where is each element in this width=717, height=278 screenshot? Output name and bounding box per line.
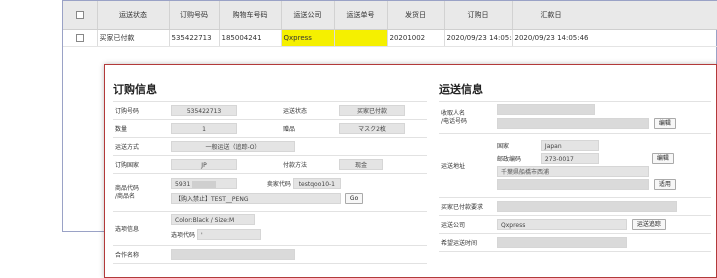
col-header[interactable]: 汇款日 — [512, 1, 717, 30]
option-value-field: Color:Black / Size:M — [171, 214, 255, 225]
seller-code-label: 卖家代码 — [266, 181, 291, 188]
option-label: 选项信息 — [113, 211, 169, 246]
recipient-phone-field — [497, 117, 649, 129]
ship-info-form: 收取人名 /电话号码 编辑 运送地址 国家 Japan 邮政编码 273-001… — [439, 101, 711, 252]
order-country-field: JP — [171, 159, 237, 170]
product-code-field: 5931 — [171, 178, 237, 189]
pay-method-label: 付款方法 — [281, 155, 337, 174]
qty-label: 数量 — [113, 119, 169, 138]
col-header[interactable]: 运送单号 — [334, 1, 388, 30]
gift-field: マスク2枚 — [339, 123, 405, 134]
apply-address-button[interactable]: 适用 — [653, 178, 676, 190]
zip-label: 邮政编码 — [497, 155, 522, 163]
order-no-label: 订购号码 — [113, 101, 169, 120]
table-cell: 20201002 — [387, 29, 445, 47]
col-header[interactable]: 订购号码 — [169, 1, 220, 30]
edit-recipient-button[interactable]: 编辑 — [653, 117, 676, 129]
ship-company-label: 运送公司 — [439, 215, 495, 234]
select-all-checkbox[interactable] — [75, 10, 84, 19]
seller-code-field: testqoo10-1 — [292, 178, 341, 189]
table-cell: 买家已付款 — [97, 29, 170, 47]
country-label: 国家 — [497, 142, 510, 150]
table-cell: 2020/09/23 14:05:43 — [444, 29, 513, 47]
order-no-field: 535422713 — [171, 105, 237, 116]
row-checkbox[interactable] — [75, 33, 84, 42]
order-country-label: 订购国家 — [113, 155, 169, 174]
recipient-label: 收取人名 /电话号码 — [439, 101, 495, 134]
buyer-request-field — [497, 201, 677, 212]
col-header[interactable]: 发货日 — [387, 1, 445, 30]
order-list-table: 运送状态 订购号码 购物车号码 运送公司 运送单号 发货日 订购日 汇款日 买家… — [63, 1, 717, 47]
product-label-text: 商品代码 /商品名 — [115, 184, 140, 200]
product-label: 商品代码 /商品名 — [113, 173, 169, 212]
option-code-field: ' — [196, 229, 261, 240]
select-all-cell[interactable] — [63, 1, 98, 30]
pay-method-field: 现金 — [339, 159, 383, 170]
col-header[interactable]: 运送状态 — [97, 1, 170, 30]
country-field: Japan — [540, 139, 599, 151]
address-line-field: 千葉県船橋市西浦 — [497, 165, 649, 177]
table-cell: 535422713 — [169, 29, 220, 47]
table-cell: 2020/09/23 14:05:46 — [512, 29, 717, 47]
ship-info-title: 运送信息 — [439, 83, 483, 96]
table-cell: Qxpress — [281, 29, 335, 47]
table-row[interactable]: 买家已付款 535422713 185004241 Qxpress 202010… — [63, 29, 717, 47]
qty-field: 1 — [171, 123, 237, 134]
order-info-title: 订购信息 — [113, 83, 157, 96]
go-button[interactable]: Go — [344, 193, 364, 204]
partner-label: 合作名称 — [113, 245, 169, 264]
hope-date-field — [497, 237, 627, 248]
col-header[interactable]: 购物车号码 — [219, 1, 282, 30]
table-cell — [334, 29, 388, 47]
order-detail-popup: 订购信息 运送信息 订购号码 535422713 运送状态 买家已付款 数量 1… — [104, 64, 717, 278]
hope-date-label: 希望运送时间 — [439, 233, 495, 252]
ship-method-label: 运送方式 — [113, 137, 169, 156]
option-code-label: 选项代码 — [171, 232, 196, 239]
recipient-label-text: 收取人名 /电话号码 — [441, 109, 468, 125]
recipient-name-field — [497, 103, 595, 115]
ship-status-field: 买家已付款 — [339, 105, 405, 116]
ship-company-field: Qxpress — [497, 219, 627, 230]
order-info-form: 订购号码 535422713 运送状态 买家已付款 数量 1 赠品 マスク2枚 … — [113, 101, 427, 264]
ship-method-field: 一般运送（追踪-O） — [171, 141, 295, 152]
buyer-request-label: 买家已付款要求 — [439, 197, 495, 216]
product-name-field: 【购入禁止】TEST__PENG — [171, 193, 341, 204]
gift-label: 赠品 — [281, 119, 337, 138]
address-detail-field — [497, 178, 649, 190]
table-header-row: 运送状态 订购号码 购物车号码 运送公司 运送单号 发货日 订购日 汇款日 — [63, 1, 717, 30]
zip-field: 273-0017 — [540, 152, 599, 164]
table-cell: 185004241 — [219, 29, 282, 47]
col-header[interactable]: 运送公司 — [281, 1, 335, 30]
edit-address-button[interactable]: 编辑 — [651, 152, 674, 164]
ship-status-label: 运送状态 — [281, 101, 337, 120]
address-label: 运送地址 — [439, 133, 495, 198]
partner-field — [171, 249, 295, 260]
col-header[interactable]: 订购日 — [444, 1, 513, 30]
track-shipment-button[interactable]: 运送追踪 — [631, 219, 666, 230]
